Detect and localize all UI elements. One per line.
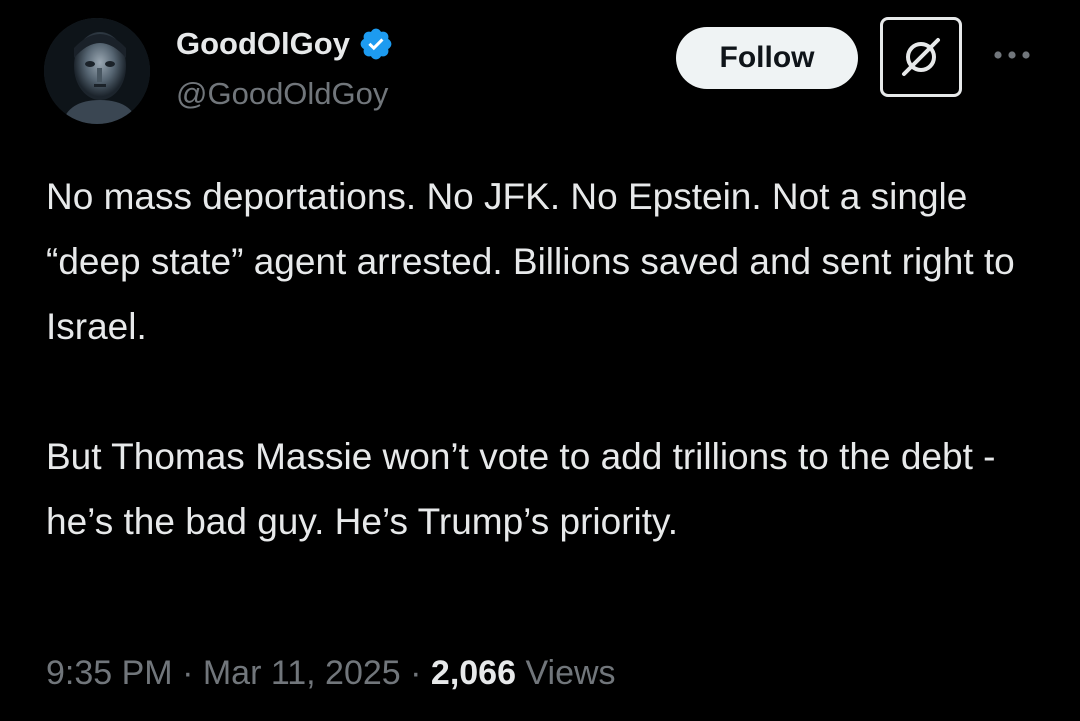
grok-button[interactable]: [880, 17, 962, 97]
verified-badge-icon[interactable]: [358, 26, 394, 62]
tweet-paragraph: No mass deportations. No JFK. No Epstein…: [46, 176, 1015, 347]
grok-icon: [902, 38, 940, 76]
tweet-time[interactable]: 9:35 PM: [46, 654, 173, 692]
more-horizontal-icon: [994, 51, 1030, 59]
tweet-text: No mass deportations. No JFK. No Epstein…: [46, 164, 1046, 554]
author-name-row: GoodOlGoy: [176, 24, 394, 64]
tweet-container: GoodOlGoy @GoodOldGoy Follow No mass dep…: [0, 0, 1080, 721]
tweet-date[interactable]: Mar 11, 2025: [203, 654, 401, 692]
more-options-button[interactable]: [988, 40, 1036, 70]
follow-button[interactable]: Follow: [676, 27, 858, 89]
views-count[interactable]: 2,066: [431, 654, 516, 692]
meta-separator: ·: [410, 654, 422, 692]
author-display-name[interactable]: GoodOlGoy: [176, 26, 350, 62]
author-handle[interactable]: @GoodOldGoy: [176, 76, 388, 112]
avatar[interactable]: [44, 18, 150, 124]
meta-separator: ·: [182, 654, 194, 692]
avatar-image: [44, 18, 150, 124]
tweet-meta: 9:35 PM · Mar 11, 2025 · 2,066 Views: [46, 654, 616, 693]
tweet-paragraph: But Thomas Massie won’t vote to add tril…: [46, 436, 996, 542]
views-label: Views: [525, 654, 616, 692]
